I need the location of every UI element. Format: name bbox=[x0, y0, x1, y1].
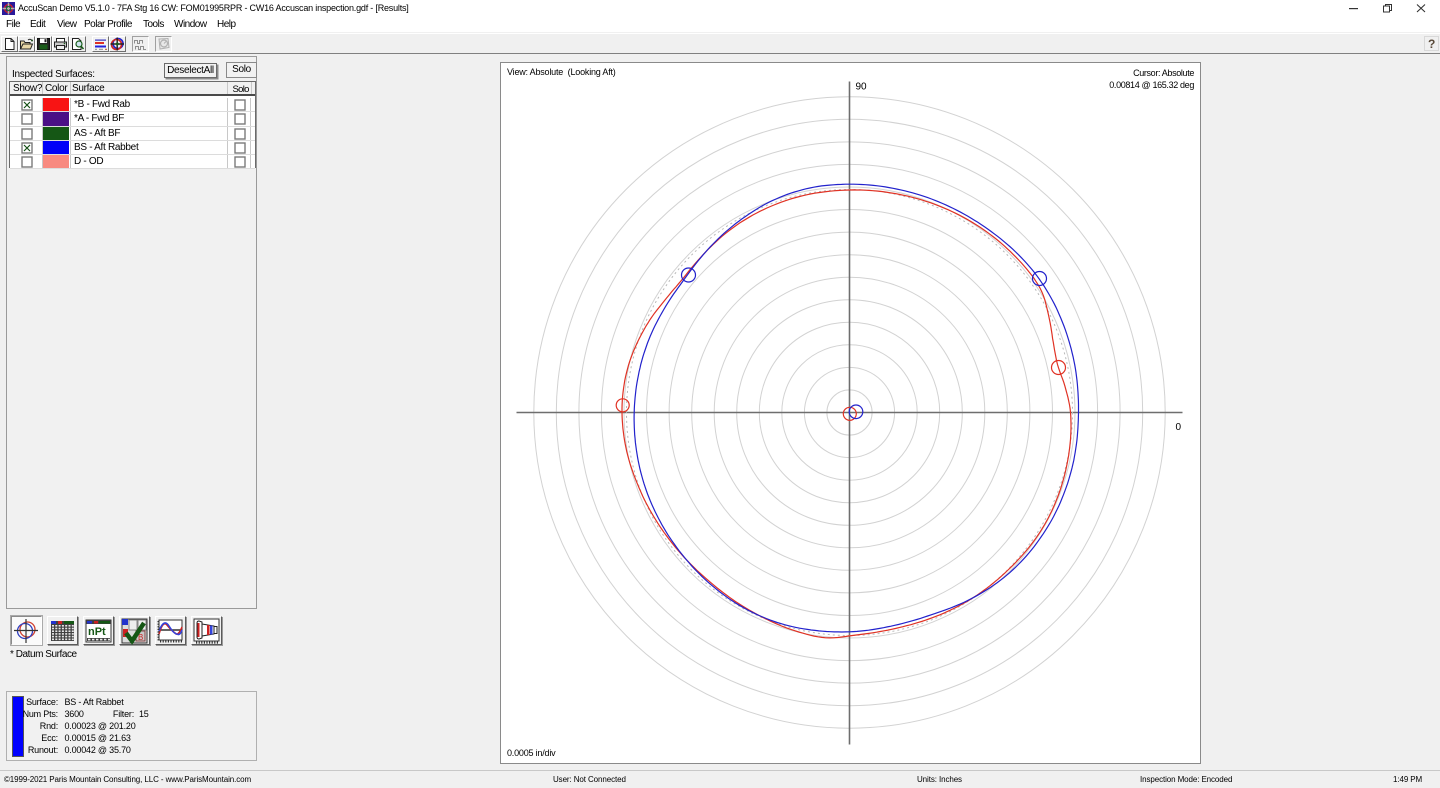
svg-text:90: 90 bbox=[856, 82, 868, 93]
svg-text:nPt: nPt bbox=[88, 626, 106, 638]
svg-text:?: ? bbox=[1428, 37, 1435, 50]
svg-text:0: 0 bbox=[1176, 422, 1182, 433]
